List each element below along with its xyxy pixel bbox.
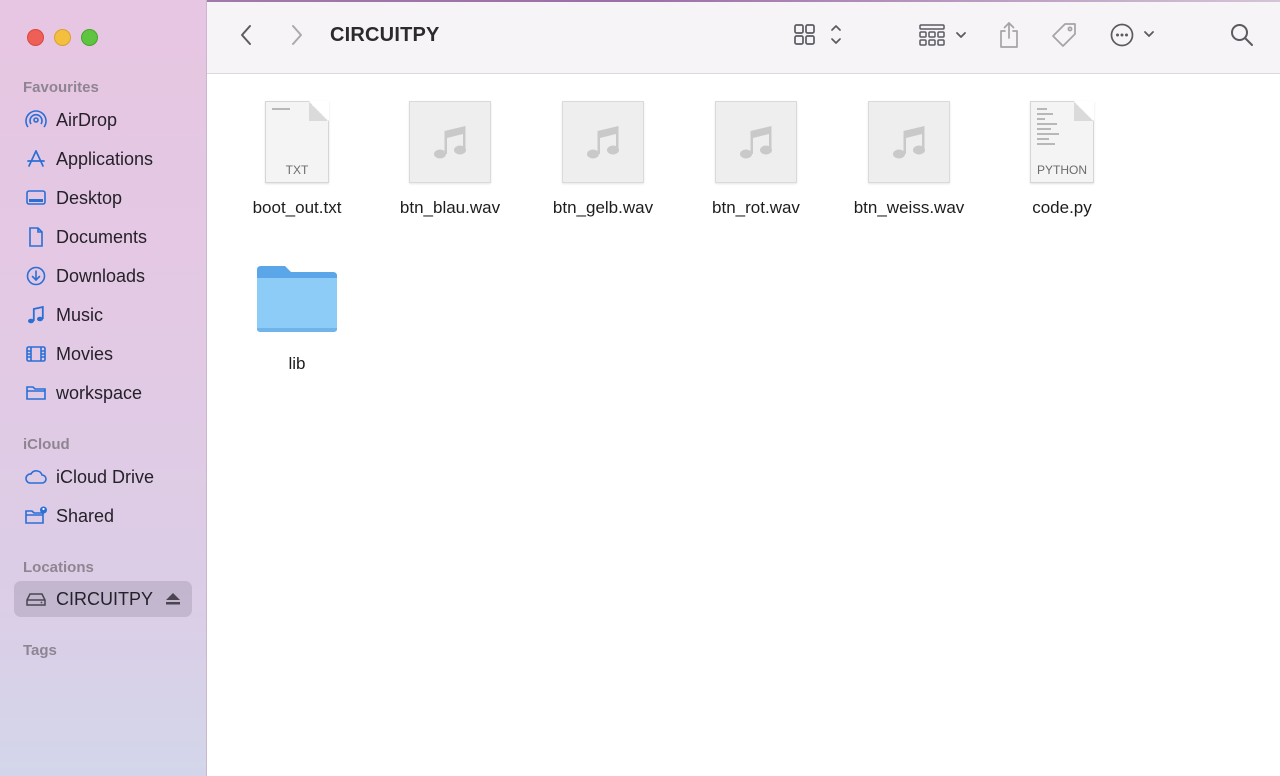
file-item-btn-weiss[interactable]: btn_weiss.wav — [839, 92, 979, 218]
drive-icon — [24, 588, 48, 610]
window-top-edge — [207, 0, 1280, 2]
sidebar-item-workspace[interactable]: workspace — [14, 375, 192, 411]
sidebar-item-label: Applications — [56, 148, 154, 169]
sidebar-item-label: Downloads — [56, 265, 146, 286]
window-title: CIRCUITPY — [330, 24, 440, 46]
sidebar-item-label: Desktop — [56, 187, 123, 208]
audio-file-icon — [868, 101, 950, 183]
sidebar-item-label: iCloud Drive — [56, 466, 155, 487]
file-item-btn-blau[interactable]: btn_blau.wav — [380, 92, 520, 218]
file-item-lib[interactable]: lib — [227, 248, 367, 374]
file-name: btn_blau.wav — [399, 198, 501, 217]
back-button[interactable] — [233, 20, 259, 54]
chevron-right-icon — [290, 24, 304, 51]
sidebar-item-music[interactable]: Music — [14, 297, 192, 333]
cloud-icon — [24, 466, 48, 488]
sidebar-item-applications[interactable]: Applications — [14, 141, 192, 177]
search-button[interactable] — [1227, 20, 1257, 54]
sidebar-item-label: AirDrop — [56, 109, 118, 130]
chevron-left-icon — [239, 24, 253, 51]
file-item-btn-rot[interactable]: btn_rot.wav — [686, 92, 826, 218]
sidebar: Favourites AirDrop Applications Desktop … — [0, 0, 207, 776]
window-controls — [27, 29, 98, 46]
sidebar-item-shared[interactable]: Shared — [14, 498, 192, 534]
maximize-button[interactable] — [81, 29, 98, 46]
code-preview-lines — [1037, 108, 1067, 148]
text-preview-lines — [272, 108, 302, 113]
file-item-boot-out[interactable]: TXT boot_out.txt — [227, 92, 367, 218]
eject-icon[interactable] — [165, 591, 181, 607]
sidebar-item-downloads[interactable]: Downloads — [14, 258, 192, 294]
sidebar-item-documents[interactable]: Documents — [14, 219, 192, 255]
file-name: code.py — [1032, 198, 1092, 217]
file-thumbnail: TXT — [227, 92, 367, 192]
file-thumbnail — [380, 92, 520, 192]
film-icon — [24, 343, 48, 365]
file-type-tag: PYTHON — [1036, 163, 1087, 177]
python-file-icon: PYTHON — [1030, 101, 1094, 183]
sidebar-item-label: CIRCUITPY — [56, 588, 154, 609]
ellipsis-circle-icon — [1109, 22, 1159, 53]
desktop-icon — [24, 187, 48, 209]
group-by-button[interactable] — [916, 20, 972, 54]
file-name: btn_rot.wav — [712, 198, 800, 217]
shared-folder-icon — [24, 505, 48, 527]
forward-button[interactable] — [284, 20, 310, 54]
main-content: CIRCUITPY TXT boot_out.txt btn_blau.wav … — [207, 0, 1280, 776]
tag-button[interactable] — [1049, 20, 1079, 54]
section-title-locations: Locations — [23, 559, 94, 576]
file-grid: TXT boot_out.txt btn_blau.wav btn_gelb.w… — [207, 74, 1280, 776]
document-icon — [24, 226, 48, 248]
section-title-icloud: iCloud — [23, 436, 70, 453]
group-by-icon — [916, 22, 972, 53]
more-actions-button[interactable] — [1109, 20, 1159, 54]
folder-icon — [24, 382, 48, 404]
file-thumbnail — [686, 92, 826, 192]
close-button[interactable] — [27, 29, 44, 46]
file-thumbnail — [839, 92, 979, 192]
file-type-tag: TXT — [285, 163, 309, 177]
sidebar-item-icloud-drive[interactable]: iCloud Drive — [14, 459, 192, 495]
sidebar-item-movies[interactable]: Movies — [14, 336, 192, 372]
file-name: btn_weiss.wav — [853, 198, 965, 217]
airdrop-icon — [24, 109, 48, 131]
sidebar-item-label: Movies — [56, 343, 114, 364]
share-button[interactable] — [996, 20, 1022, 54]
audio-file-icon — [562, 101, 644, 183]
file-item-code-py[interactable]: PYTHON code.py — [992, 92, 1132, 218]
search-icon — [1229, 22, 1255, 53]
sidebar-item-label: workspace — [56, 382, 143, 403]
file-name: boot_out.txt — [252, 198, 342, 217]
applications-icon — [24, 148, 48, 170]
minimize-button[interactable] — [54, 29, 71, 46]
grid-view-icon — [791, 22, 849, 53]
sidebar-item-airdrop[interactable]: AirDrop — [14, 102, 192, 138]
file-thumbnail — [227, 248, 367, 348]
file-thumbnail — [533, 92, 673, 192]
text-file-icon: TXT — [265, 101, 329, 183]
sidebar-item-label: Shared — [56, 505, 115, 526]
sidebar-item-label: Music — [56, 304, 104, 325]
file-name: lib — [288, 354, 306, 373]
share-icon — [997, 21, 1021, 54]
view-mode-button[interactable] — [791, 20, 849, 54]
sidebar-item-circuitpy[interactable]: CIRCUITPY — [14, 581, 192, 617]
file-thumbnail: PYTHON — [992, 92, 1132, 192]
sidebar-item-desktop[interactable]: Desktop — [14, 180, 192, 216]
folder-icon — [257, 266, 337, 332]
audio-file-icon — [715, 101, 797, 183]
music-note-icon — [24, 304, 48, 326]
sidebar-item-label: Documents — [56, 226, 148, 247]
download-icon — [24, 265, 48, 287]
section-title-favourites: Favourites — [23, 79, 99, 96]
tag-icon — [1050, 21, 1078, 54]
file-name: btn_gelb.wav — [552, 198, 654, 217]
finder-window: Favourites AirDrop Applications Desktop … — [0, 0, 1280, 776]
file-item-btn-gelb[interactable]: btn_gelb.wav — [533, 92, 673, 218]
section-title-tags: Tags — [23, 642, 57, 659]
audio-file-icon — [409, 101, 491, 183]
toolbar: CIRCUITPY — [207, 0, 1280, 74]
